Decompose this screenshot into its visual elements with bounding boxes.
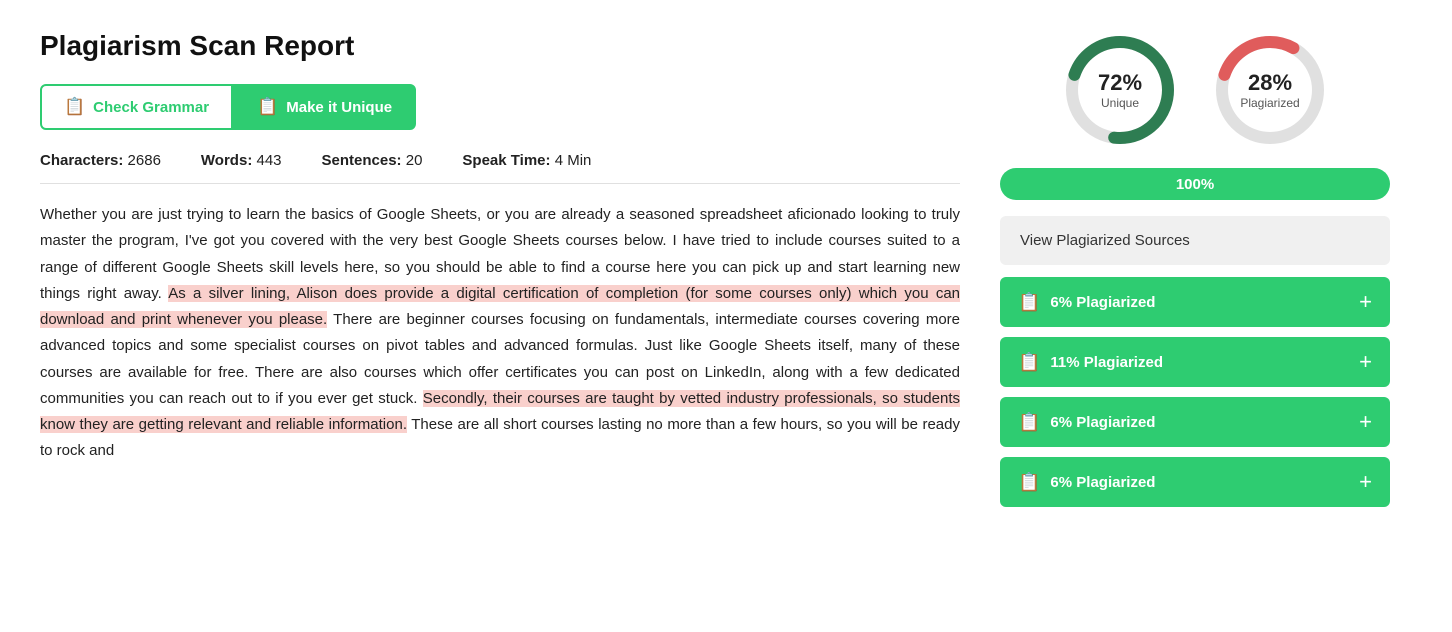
plagiarized-donut-svg — [1210, 30, 1330, 150]
unique-label: Make it Unique — [286, 99, 392, 116]
sentences-label: Sentences: — [322, 152, 402, 169]
source-expand-icon[interactable]: + — [1359, 291, 1372, 313]
left-panel: Plagiarism Scan Report 📋 Check Grammar 📋… — [40, 30, 960, 517]
view-sources-label: View Plagiarized Sources — [1020, 232, 1190, 249]
source-expand-icon[interactable]: + — [1359, 471, 1372, 493]
stat-speak-time: Speak Time: 4 Min — [462, 152, 591, 169]
source-item-2[interactable]: 📋 11% Plagiarized + — [1000, 337, 1390, 387]
source-doc-icon: 📋 — [1018, 352, 1040, 373]
source-item-left: 📋 11% Plagiarized — [1018, 352, 1163, 373]
make-unique-button[interactable]: 📋 Make it Unique — [233, 84, 416, 130]
speak-value: 4 Min — [555, 152, 592, 169]
source-item-left: 📋 6% Plagiarized — [1018, 292, 1155, 313]
progress-bar: 100% — [1000, 168, 1390, 200]
words-value: 443 — [256, 152, 281, 169]
stat-characters: Characters: 2686 2686 — [40, 152, 161, 169]
unique-donut-svg — [1060, 30, 1180, 150]
page-title: Plagiarism Scan Report — [40, 30, 960, 62]
source-item-1[interactable]: 📋 6% Plagiarized + — [1000, 277, 1390, 327]
characters-value: 2686 — [128, 152, 161, 169]
speak-label: Speak Time: — [462, 152, 550, 169]
source-label: 6% Plagiarized — [1050, 474, 1155, 491]
check-grammar-button[interactable]: 📋 Check Grammar — [40, 84, 233, 130]
unique-donut: 72% Unique — [1060, 30, 1180, 150]
source-item-left: 📋 6% Plagiarized — [1018, 412, 1155, 433]
source-expand-icon[interactable]: + — [1359, 351, 1372, 373]
source-item-3[interactable]: 📋 6% Plagiarized + — [1000, 397, 1390, 447]
sentences-value: 20 — [406, 152, 423, 169]
source-doc-icon: 📋 — [1018, 412, 1040, 433]
plagiarized-donut: 28% Plagiarized — [1210, 30, 1330, 150]
unique-icon: 📋 — [257, 97, 278, 117]
sources-list: 📋 6% Plagiarized + 📋 11% Plagiarized + 📋… — [1000, 277, 1390, 507]
characters-label: Characters: — [40, 152, 123, 169]
source-doc-icon: 📋 — [1018, 292, 1040, 313]
view-plagiarized-sources-button[interactable]: View Plagiarized Sources — [1000, 216, 1390, 265]
stats-row: Characters: 2686 2686 Words: 443 Sentenc… — [40, 152, 960, 184]
source-item-4[interactable]: 📋 6% Plagiarized + — [1000, 457, 1390, 507]
button-row: 📋 Check Grammar 📋 Make it Unique — [40, 84, 960, 130]
words-label: Words: — [201, 152, 252, 169]
right-panel: 72% Unique 28% Plagiarized 100% View Pla — [1000, 30, 1390, 517]
donut-row: 72% Unique 28% Plagiarized — [1000, 30, 1390, 150]
stat-sentences: Sentences: 20 — [322, 152, 423, 169]
text-content: Whether you are just trying to learn the… — [40, 202, 960, 465]
stat-words: Words: 443 — [201, 152, 282, 169]
source-label: 11% Plagiarized — [1050, 354, 1163, 371]
source-label: 6% Plagiarized — [1050, 294, 1155, 311]
source-doc-icon: 📋 — [1018, 472, 1040, 493]
progress-label: 100% — [1176, 176, 1214, 193]
source-item-left: 📋 6% Plagiarized — [1018, 472, 1155, 493]
source-expand-icon[interactable]: + — [1359, 411, 1372, 433]
grammar-icon: 📋 — [64, 97, 85, 117]
source-label: 6% Plagiarized — [1050, 414, 1155, 431]
grammar-label: Check Grammar — [93, 99, 209, 116]
